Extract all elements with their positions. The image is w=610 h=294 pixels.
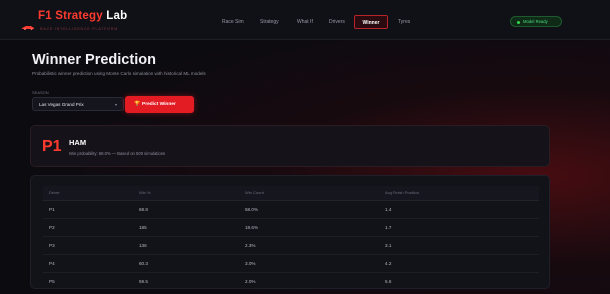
brand-title[interactable]: F1 Strategy Lab — [38, 10, 127, 22]
table-row: P3 136 2.3% 3.1 — [43, 236, 539, 255]
column-header-avg-finish[interactable]: Avg Finish Position — [379, 186, 539, 201]
racing-car-icon — [22, 26, 34, 30]
nav-item-what-if[interactable]: What If — [297, 15, 313, 29]
winner-driver: HAM — [69, 138, 87, 147]
nav-item-winner[interactable]: Winner — [354, 15, 388, 29]
table-cell: P5 — [49, 278, 55, 284]
table-row: P5 59.5 2.0% 5.6 — [43, 272, 539, 290]
table-cell: 1.4 — [379, 200, 539, 219]
table-cell: 3.0% — [239, 254, 379, 273]
table-header-row: Driver Win % Win Count Avg Finish Positi… — [43, 186, 539, 201]
nav-item-race-sim[interactable]: Race Sim — [222, 15, 244, 29]
nav-item-strategy[interactable]: Strategy — [260, 15, 279, 29]
table-cell: 68.0% — [239, 200, 379, 219]
trophy-icon: 🏆 — [134, 101, 141, 107]
table-row: P2 185 18.6% 1.7 — [43, 218, 539, 237]
table-cell: 68.8 — [133, 200, 239, 219]
table-cell: 136 — [133, 236, 239, 255]
table-cell: 2.0% — [245, 278, 256, 284]
predict-winner-label: Predict Winner — [142, 102, 176, 107]
brand-subtitle: RACE INTELLIGENCE PLATFORM — [40, 27, 119, 31]
table-cell: P4 — [43, 254, 133, 273]
season-label: Season — [32, 90, 49, 95]
results-table-card: Driver Win % Win Count Avg Finish Positi… — [30, 175, 550, 289]
column-header-win-pct[interactable]: Win % — [133, 186, 239, 201]
table-cell: 1.7 — [379, 218, 539, 237]
winner-card: P1 HAM Win probability: 68.0% — Based on… — [30, 125, 550, 167]
status-label: Model Ready — [523, 19, 548, 24]
table-row: P4 60.3 3.0% 4.2 — [43, 254, 539, 273]
table-cell: 18.6% — [239, 218, 379, 237]
race-select-value: Las Vegas Grand Prix — [39, 102, 84, 107]
column-header-win-count[interactable]: Win Count — [239, 186, 379, 201]
brand-title-main: F1 Strategy — [38, 10, 103, 22]
page-title: Winner Prediction — [32, 52, 156, 68]
predict-winner-button[interactable]: 🏆 Predict Winner — [125, 96, 194, 113]
table-cell: 5.6 — [385, 278, 392, 284]
page-description: Probabilistic winner prediction using Mo… — [32, 71, 206, 76]
status-badge: Model Ready — [510, 16, 562, 27]
nav-item-drivers[interactable]: Drivers — [329, 15, 345, 29]
winner-position: P1 — [42, 138, 62, 155]
table-cell: 185 — [133, 218, 239, 237]
table-cell: 60.3 — [133, 254, 239, 273]
top-navbar: F1 Strategy Lab RACE INTELLIGENCE PLATFO… — [0, 0, 610, 40]
table-cell: 59.5 — [139, 278, 148, 284]
table-cell: P3 — [43, 236, 133, 255]
table-cell: P2 — [43, 218, 133, 237]
chevron-down-icon: ▾ — [114, 102, 117, 107]
results-table: Driver Win % Win Count Avg Finish Positi… — [43, 186, 539, 290]
column-header-driver[interactable]: Driver — [43, 186, 133, 201]
status-dot-icon — [517, 20, 520, 24]
nav-item-tyres[interactable]: Tyres — [398, 15, 410, 29]
table-cell: 4.2 — [379, 254, 539, 273]
brand-title-accent: Lab — [106, 10, 128, 22]
winner-detail: Win probability: 68.0% — Based on 500 si… — [69, 151, 166, 156]
table-cell: P1 — [43, 200, 133, 219]
table-row: P1 68.8 68.0% 1.4 — [43, 200, 539, 219]
table-cell: 2.3% — [239, 236, 379, 255]
table-cell: 3.1 — [379, 236, 539, 255]
race-select[interactable]: Las Vegas Grand Prix ▾ — [32, 97, 124, 111]
